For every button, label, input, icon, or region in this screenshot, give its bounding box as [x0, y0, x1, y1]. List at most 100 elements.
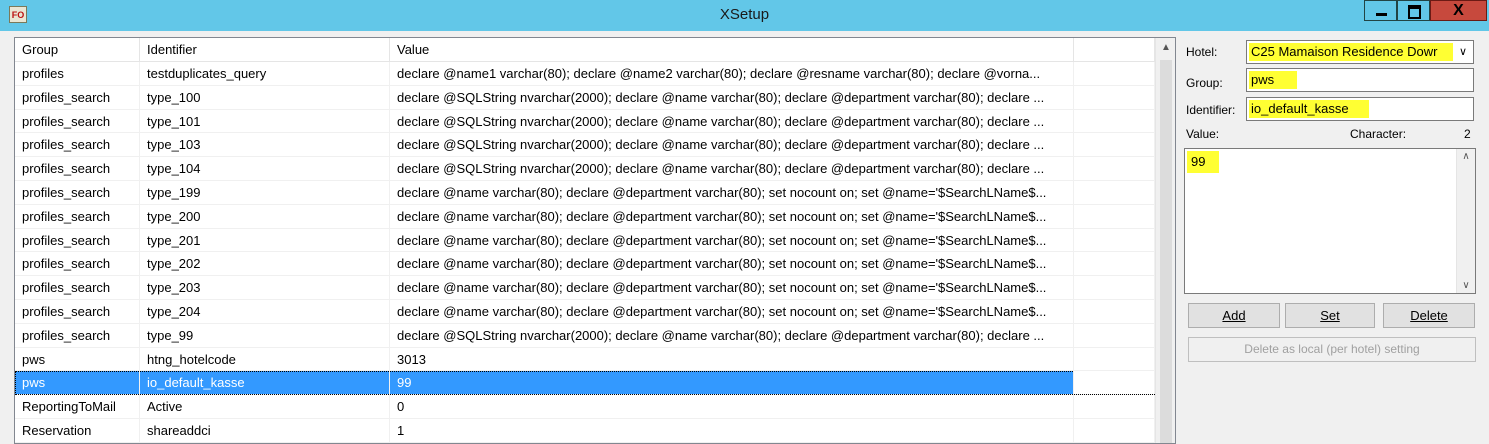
table-row[interactable]: profiles_search type_100 declare @SQLStrin… — [15, 85, 1155, 110]
cell-identifier[interactable]: io_default_kasse — [140, 371, 390, 395]
cell-identifier[interactable]: type_103 — [140, 133, 390, 157]
cell-filler — [1074, 418, 1155, 442]
cell-value[interactable]: declare @name1 varchar(80); declare @nam… — [390, 62, 1074, 85]
close-icon[interactable]: X — [1430, 0, 1487, 21]
cell-group[interactable]: profiles_search — [15, 299, 140, 323]
hotel-select[interactable]: C25 Mamaison Residence Dowr ∨ — [1246, 40, 1474, 64]
table-row[interactable]: profiles_search type_99 declare @SQLString… — [15, 323, 1155, 348]
set-button[interactable]: Set — [1285, 303, 1375, 328]
cell-group[interactable]: profiles_search — [15, 109, 140, 133]
cell-value[interactable]: declare @name varchar(80); declare @depa… — [390, 228, 1074, 252]
cell-value[interactable]: declare @SQLString nvarchar(2000); decla… — [390, 85, 1074, 109]
cell-identifier[interactable]: type_200 — [140, 204, 390, 228]
minimize-icon[interactable] — [1364, 0, 1397, 21]
cell-identifier[interactable]: type_202 — [140, 252, 390, 276]
table-row[interactable]: profiles_search type_204 declare @name var… — [15, 299, 1155, 324]
column-header-value[interactable]: Value — [390, 38, 1074, 62]
cell-filler — [1074, 371, 1155, 395]
cell-identifier[interactable]: type_201 — [140, 228, 390, 252]
cell-value[interactable]: declare @name varchar(80); declare @depa… — [390, 204, 1074, 228]
cell-identifier[interactable]: shareaddci — [140, 418, 390, 442]
cell-identifier[interactable]: htng_hotelcode — [140, 347, 390, 371]
cell-identifier[interactable]: type_203 — [140, 276, 390, 300]
table-row[interactable]: profiles_search type_200 declare @name var… — [15, 204, 1155, 229]
cell-value[interactable]: declare @SQLString nvarchar(2000); decla… — [390, 157, 1074, 181]
cell-filler — [1074, 204, 1155, 228]
table-row[interactable]: profiles testduplicates_query declare @nam… — [15, 62, 1155, 86]
cell-group[interactable]: profiles_search — [15, 228, 140, 252]
table-row[interactable]: profiles_search type_202 declare @name var… — [15, 252, 1155, 277]
cell-value[interactable]: declare @SQLString nvarchar(2000); decla… — [390, 323, 1074, 347]
value-textarea[interactable]: 99 ∧ ∨ — [1184, 148, 1476, 294]
dropdown-arrow-icon[interactable]: ∨ — [1456, 42, 1470, 62]
cell-group[interactable]: ReportingToMail — [15, 395, 140, 419]
cell-value[interactable]: declare @name varchar(80); declare @depa… — [390, 180, 1074, 204]
table-row[interactable]: profiles_search type_201 declare @name var… — [15, 228, 1155, 253]
cell-group[interactable]: Reservation — [15, 418, 140, 442]
cell-value[interactable]: 0 — [390, 395, 1074, 419]
cell-group[interactable]: pws — [15, 371, 140, 395]
cell-filler — [1074, 228, 1155, 252]
table-row[interactable]: profiles_search type_104 declare @SQLStrin… — [15, 157, 1155, 181]
cell-group[interactable]: profiles_search — [15, 252, 140, 276]
cell-group[interactable]: profiles_search — [15, 276, 140, 300]
scroll-up-icon[interactable]: ∧ — [1457, 151, 1475, 162]
character-label: Character: — [1350, 127, 1407, 141]
delete-button-label: Delete — [1410, 308, 1448, 323]
cell-value[interactable]: 1 — [390, 418, 1074, 442]
cell-group[interactable]: profiles — [15, 62, 140, 85]
maximize-icon[interactable] — [1397, 0, 1430, 21]
table-row[interactable]: profiles_search type_103 declare @SQLStrin… — [15, 133, 1155, 158]
cell-value[interactable]: 3013 — [390, 347, 1074, 371]
group-field[interactable]: pws — [1246, 68, 1474, 92]
cell-identifier[interactable]: type_104 — [140, 157, 390, 181]
value-scrollbar[interactable]: ∧ ∨ — [1456, 149, 1475, 293]
cell-group[interactable]: profiles_search — [15, 204, 140, 228]
cell-identifier[interactable]: type_204 — [140, 299, 390, 323]
delete-button[interactable]: Delete — [1383, 303, 1475, 328]
cell-identifier[interactable]: testduplicates_query — [140, 62, 390, 85]
add-button[interactable]: Add — [1188, 303, 1280, 328]
cell-identifier[interactable]: type_101 — [140, 109, 390, 133]
cell-value[interactable]: declare @SQLString nvarchar(2000); decla… — [390, 133, 1074, 157]
cell-identifier[interactable]: type_99 — [140, 323, 390, 347]
column-header-group[interactable]: Group — [15, 38, 140, 62]
cell-group[interactable]: profiles_search — [15, 180, 140, 204]
cell-value[interactable]: declare @name varchar(80); declare @depa… — [390, 299, 1074, 323]
grid-header: Group Identifier Value — [15, 38, 1155, 62]
cell-filler — [1074, 276, 1155, 300]
cell-value[interactable]: declare @name varchar(80); declare @depa… — [390, 252, 1074, 276]
column-header-identifier[interactable]: Identifier — [140, 38, 390, 62]
scroll-track[interactable] — [1160, 60, 1172, 443]
cell-identifier[interactable]: type_100 — [140, 85, 390, 109]
cell-group[interactable]: profiles_search — [15, 323, 140, 347]
cell-identifier[interactable]: Active — [140, 395, 390, 419]
table-row[interactable]: profiles_search type_203 declare @name var… — [15, 276, 1155, 300]
cell-group[interactable]: profiles_search — [15, 133, 140, 157]
cell-group[interactable]: profiles_search — [15, 85, 140, 109]
cell-identifier[interactable]: type_199 — [140, 180, 390, 204]
title-bar[interactable]: FO XSetup X — [0, 0, 1489, 31]
identifier-field[interactable]: io_default_kasse — [1246, 97, 1474, 121]
group-label: Group: — [1186, 76, 1223, 90]
group-field-value: pws — [1249, 71, 1297, 89]
grid-body: profiles testduplicates_query declare @nam… — [15, 62, 1155, 443]
settings-grid[interactable]: Group Identifier Value profiles testdupli… — [14, 37, 1176, 444]
cell-group[interactable]: profiles_search — [15, 157, 140, 181]
grid-scrollbar[interactable]: ▲ — [1155, 38, 1175, 443]
table-row[interactable]: Reservation shareaddci 1 — [15, 418, 1155, 443]
cell-value[interactable]: 99 — [390, 371, 1074, 395]
cell-value[interactable]: declare @name varchar(80); declare @depa… — [390, 276, 1074, 300]
scroll-down-icon[interactable]: ∨ — [1457, 280, 1475, 291]
delete-local-button[interactable]: Delete as local (per hotel) setting — [1188, 337, 1476, 362]
scroll-up-icon[interactable]: ▲ — [1156, 38, 1175, 58]
cell-filler — [1074, 85, 1155, 109]
cell-value[interactable]: declare @SQLString nvarchar(2000); decla… — [390, 109, 1074, 133]
cell-group[interactable]: pws — [15, 347, 140, 371]
table-row[interactable]: pws htng_hotelcode 3013 — [15, 347, 1155, 372]
table-row[interactable]: pws io_default_kasse 99 — [15, 371, 1155, 396]
table-row[interactable]: profiles_search type_199 declare @name var… — [15, 180, 1155, 205]
set-button-label: Set — [1320, 308, 1340, 323]
table-row[interactable]: ReportingToMail Active 0 — [15, 395, 1155, 419]
table-row[interactable]: profiles_search type_101 declare @SQLStrin… — [15, 109, 1155, 134]
